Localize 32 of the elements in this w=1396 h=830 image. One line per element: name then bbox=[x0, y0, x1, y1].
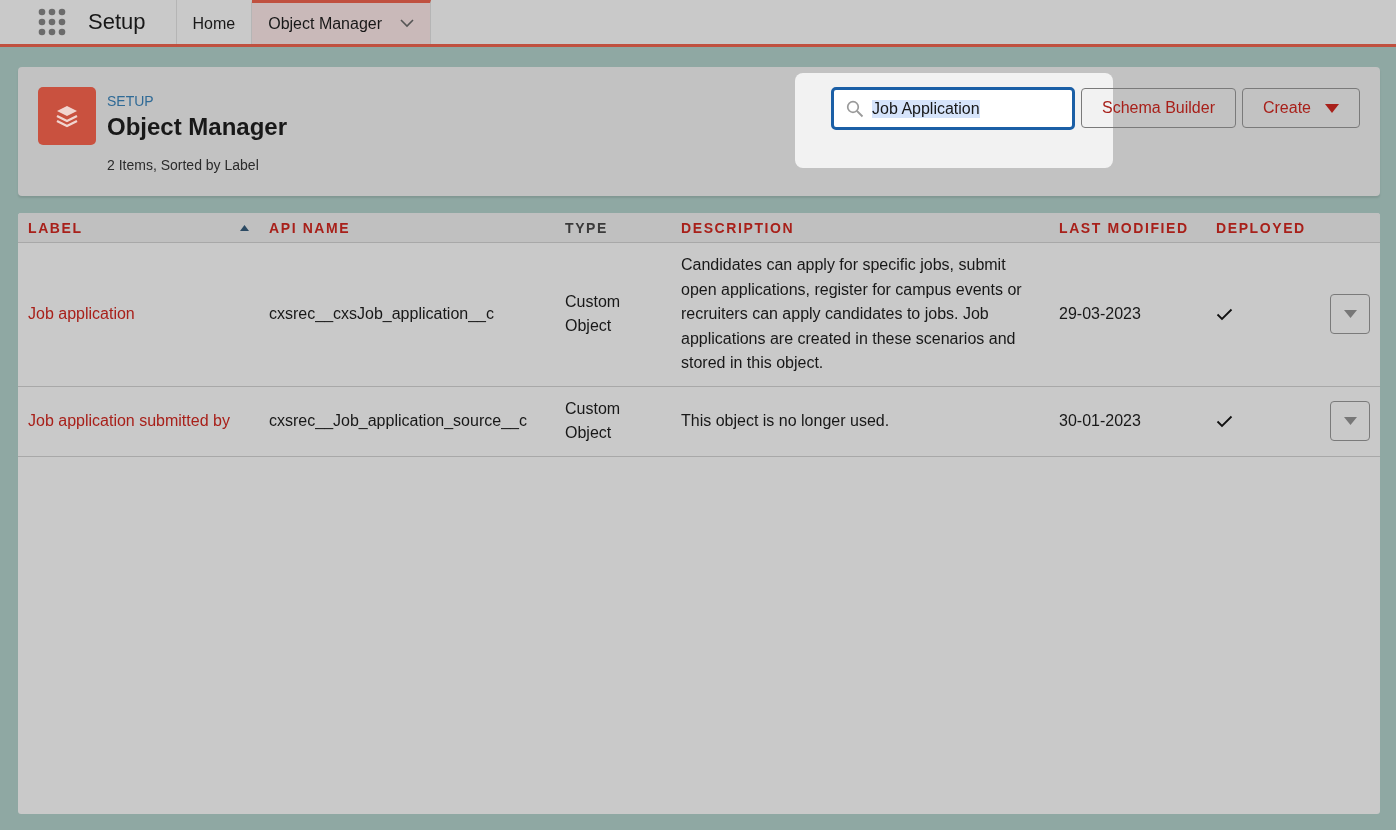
type-cell-text: Custom Object bbox=[565, 398, 622, 443]
row-actions-button[interactable] bbox=[1330, 294, 1370, 335]
item-count: 2 Items, Sorted by Label bbox=[107, 157, 260, 173]
date-cell-text: 30-01-2023 bbox=[1059, 410, 1141, 431]
breadcrumb: SETUP bbox=[107, 93, 155, 109]
create-menu-button[interactable]: Create bbox=[1241, 88, 1360, 128]
object-link[interactable]: Job application submitted by bbox=[28, 408, 230, 434]
date-cell-text: 29-03-2023 bbox=[1059, 304, 1141, 324]
page-title: Object Manager bbox=[107, 113, 288, 141]
chevron-down-icon[interactable] bbox=[400, 19, 415, 28]
api-name-cell-text: cxsrec__cxsJob_application__c bbox=[269, 304, 494, 325]
column-header[interactable]: DESCRIPTION bbox=[681, 219, 795, 236]
type-cell-text: Custom Object bbox=[565, 291, 622, 337]
column-header[interactable]: LABEL bbox=[28, 219, 83, 236]
nav-tab[interactable]: Object Manager bbox=[252, 0, 432, 44]
caret-icon bbox=[1343, 310, 1357, 319]
object-link[interactable]: Job application bbox=[28, 302, 135, 327]
app-name: Setup bbox=[88, 9, 146, 35]
column-header[interactable]: API NAME bbox=[269, 219, 351, 236]
search-field[interactable]: Job Application bbox=[831, 87, 1075, 130]
description-cell-text: Candidates can apply for specific jobs, submit open applications, register for campus events or recruiters can apply candidates to jobs. Job applications are created in these scenarios and stored in this object. bbox=[681, 255, 1023, 373]
search-icon bbox=[846, 99, 864, 118]
stack-icon bbox=[38, 87, 96, 145]
description-cell-text: This object is no longer used. bbox=[681, 410, 890, 431]
row-actions-button[interactable] bbox=[1330, 401, 1370, 441]
api-name-cell-text: cxsrec__Job_application_source__c bbox=[269, 410, 527, 432]
column-header[interactable]: LAST MODIFIED bbox=[1059, 219, 1189, 236]
column-header[interactable]: DEPLOYED bbox=[1216, 219, 1306, 236]
column-header: TYPE bbox=[565, 219, 608, 236]
app-launcher-icon[interactable] bbox=[38, 8, 66, 36]
schema-builder-button[interactable]: Schema Builder bbox=[1081, 88, 1236, 128]
caret-icon bbox=[1343, 417, 1357, 425]
